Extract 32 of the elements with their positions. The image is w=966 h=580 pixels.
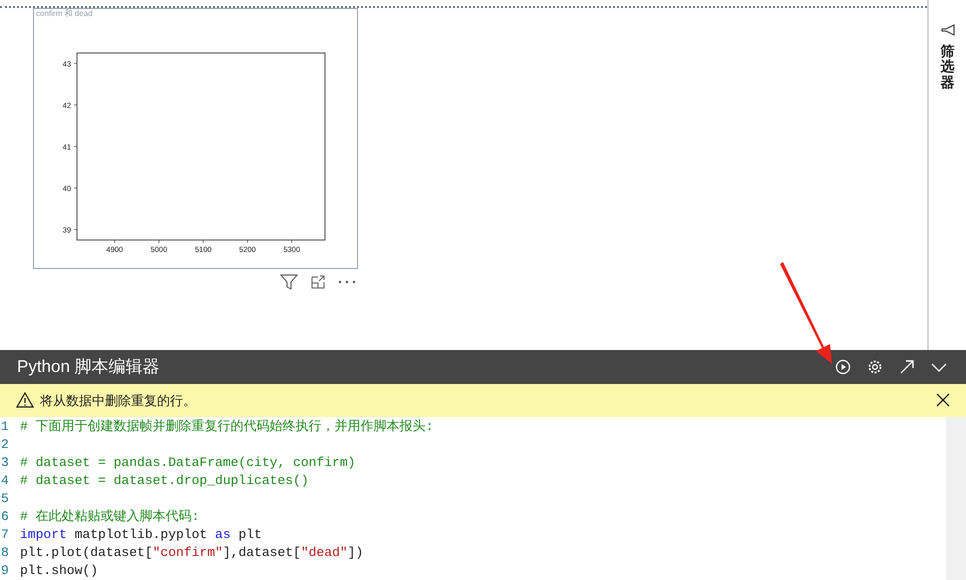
code-line: # 在此处粘贴或键入脚本代码: bbox=[20, 508, 200, 526]
line-number: 8 bbox=[0, 544, 10, 562]
code-line: # dataset = dataset.drop_duplicates() bbox=[20, 472, 309, 490]
collapse-chevron-icon[interactable] bbox=[931, 362, 947, 372]
code-line: plt.show() bbox=[20, 562, 98, 580]
line-number: 1 bbox=[0, 418, 10, 436]
visual-title: confirm 和 dead bbox=[36, 10, 92, 18]
focus-mode-icon[interactable] bbox=[310, 274, 326, 290]
line-number: 2 bbox=[0, 436, 10, 454]
editor-title: Python 脚本编辑器 bbox=[17, 356, 161, 378]
line-number: 4 bbox=[0, 472, 10, 490]
line-number: 5 bbox=[0, 490, 10, 508]
filter-icon[interactable] bbox=[280, 274, 298, 290]
code-editor[interactable] bbox=[0, 417, 966, 580]
warning-icon bbox=[16, 392, 34, 408]
line-number: 7 bbox=[0, 526, 10, 544]
code-line: # dataset = pandas.DataFrame(city, confirm) bbox=[20, 454, 356, 472]
close-icon[interactable] bbox=[936, 393, 950, 408]
run-script-icon[interactable] bbox=[835, 358, 851, 375]
warning-message: 将从数据中删除重复的行。 bbox=[40, 392, 197, 410]
expand-arrow-icon[interactable] bbox=[899, 358, 915, 375]
line-number: 9 bbox=[0, 562, 10, 580]
settings-icon[interactable] bbox=[867, 358, 883, 375]
code-line: import matplotlib.pyplot as plt bbox=[20, 526, 262, 544]
filter-icon bbox=[940, 24, 954, 36]
more-options-icon[interactable] bbox=[338, 280, 356, 284]
line-number: 3 bbox=[0, 454, 10, 472]
line-number: 6 bbox=[0, 508, 10, 526]
filter-pane-title: 筛选器 bbox=[940, 44, 954, 90]
filter-pane[interactable]: 筛选器 bbox=[927, 0, 966, 350]
code-line: # 下面用于创建数据帧并删除重复行的代码始终执行，并用作脚本报头: bbox=[20, 418, 434, 436]
code-line: plt.plot(dataset["confirm"],dataset["dead"]) bbox=[20, 544, 364, 562]
